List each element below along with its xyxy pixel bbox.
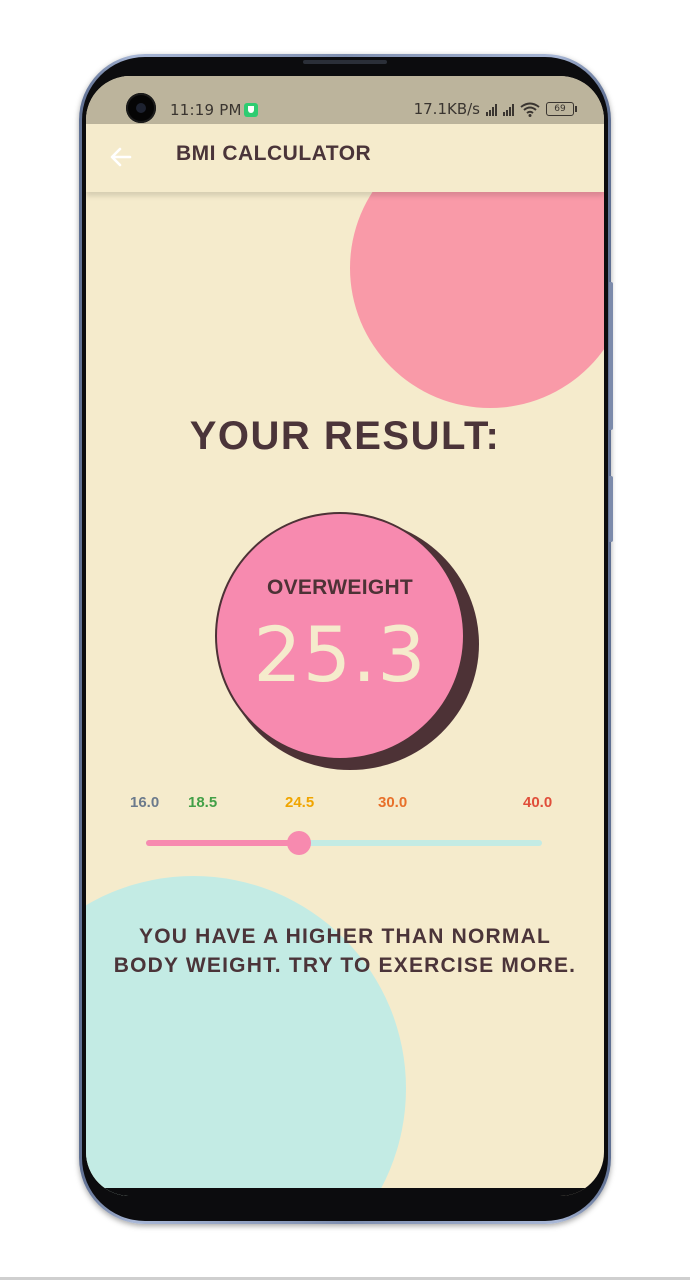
status-indicators: 17.1KB/s 69: [413, 100, 577, 118]
bmi-scale-ticks: 16.0 18.5 24.5 30.0 40.0: [86, 794, 604, 814]
page-title: BMI CALCULATOR: [176, 142, 372, 165]
tick-label: 16.0: [130, 794, 160, 811]
tick-label: 30.0: [378, 794, 408, 811]
signal-icon: [486, 103, 497, 116]
bmi-category: OVERWEIGHT: [266, 576, 414, 599]
slider-thumb[interactable]: [287, 831, 312, 855]
slider-fill: [146, 840, 300, 846]
camera-icon: [126, 93, 156, 123]
tick-label: 24.5: [285, 794, 315, 811]
speaker-grille: [303, 60, 387, 64]
battery-icon: 69: [546, 102, 577, 116]
message-line: BODY WEIGHT. TRY TO EXERCISE MORE.: [113, 954, 577, 977]
back-arrow-icon[interactable]: [108, 144, 134, 170]
power-button[interactable]: [609, 476, 613, 542]
signal-icon: [503, 103, 514, 116]
app-bar: BMI CALCULATOR: [86, 124, 604, 192]
bottom-bezel: [86, 1188, 604, 1196]
bmi-value: 25.3: [253, 610, 427, 699]
status-bar: 11:19 PM 17.1KB/s 69: [86, 76, 604, 124]
screen: 11:19 PM 17.1KB/s 69 BMI CALCULATOR YOUR…: [86, 76, 604, 1196]
wifi-icon: [520, 102, 540, 117]
result-heading: YOUR RESULT:: [189, 414, 501, 458]
message-line: YOU HAVE A HIGHER THAN NORMAL: [138, 925, 552, 948]
bmi-slider[interactable]: [146, 831, 542, 855]
tick-label: 18.5: [188, 794, 218, 811]
result-message: YOU HAVE A HIGHER THAN NORMAL BODY WEIGH…: [86, 922, 604, 980]
volume-button[interactable]: [609, 282, 613, 430]
status-time: 11:19 PM: [170, 101, 242, 119]
vpn-icon: [244, 103, 258, 117]
network-speed: 17.1KB/s: [413, 100, 480, 118]
tick-label: 40.0: [523, 794, 553, 811]
result-circle: OVERWEIGHT 25.3: [215, 512, 465, 760]
